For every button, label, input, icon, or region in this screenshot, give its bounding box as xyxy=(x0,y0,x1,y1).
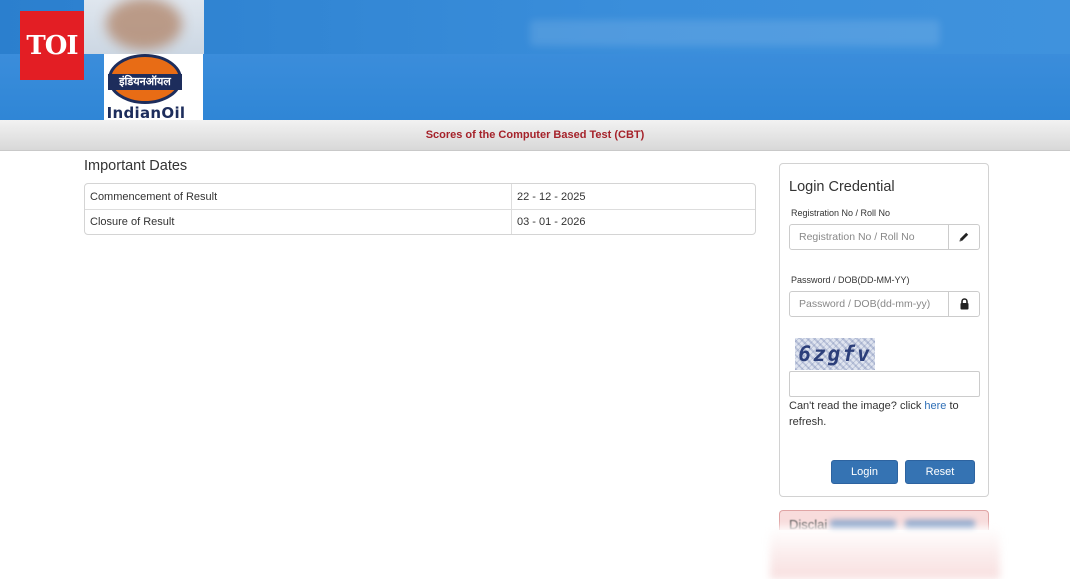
password-input[interactable] xyxy=(790,292,948,316)
captcha-input[interactable] xyxy=(789,371,980,397)
logo-hindi-text: इंडियनऑयल xyxy=(119,75,171,88)
captcha-refresh-link[interactable]: here xyxy=(924,400,946,412)
captcha-refresh-note: Can't read the image? click here to refr… xyxy=(789,399,984,430)
date-value: 03 - 01 - 2026 xyxy=(512,209,755,234)
blurred-banner-text xyxy=(530,20,940,46)
login-button[interactable]: Login xyxy=(831,460,898,484)
logo-brand-text: IndianOil xyxy=(106,104,186,120)
indianoil-logo: इंडियनऑयल IndianOil xyxy=(104,54,203,120)
captcha-note-prefix: Can't read the image? click xyxy=(789,400,925,412)
captcha-image: 6zgfv xyxy=(795,338,875,370)
pencil-icon xyxy=(948,225,979,249)
reset-button[interactable]: Reset xyxy=(905,460,975,484)
date-label: Closure of Result xyxy=(85,209,512,234)
lock-icon xyxy=(948,292,979,316)
important-dates-heading: Important Dates xyxy=(84,158,188,174)
table-row: Closure of Result 03 - 01 - 2026 xyxy=(85,209,755,234)
indianoil-emblem: इंडियनऑयल xyxy=(108,54,182,104)
date-label: Commencement of Result xyxy=(85,184,512,209)
blurred-footer-area xyxy=(770,527,1000,579)
password-label: Password / DOB(DD-MM-YY) xyxy=(791,275,910,285)
registration-input[interactable] xyxy=(790,225,948,249)
logo-top-blur xyxy=(84,0,204,54)
page-subtitle: Scores of the Computer Based Test (CBT) xyxy=(0,120,1070,151)
important-dates-table: Commencement of Result 22 - 12 - 2025 Cl… xyxy=(84,183,756,235)
registration-input-group xyxy=(789,224,980,250)
registration-label: Registration No / Roll No xyxy=(791,208,891,218)
date-value: 22 - 12 - 2025 xyxy=(517,190,586,203)
login-title: Login Credential xyxy=(789,179,895,195)
password-input-group xyxy=(789,291,980,317)
login-panel: Login Credential Registration No / Roll … xyxy=(779,163,989,497)
toi-badge: TOI xyxy=(20,11,84,80)
table-row: Commencement of Result 22 - 12 - 2025 xyxy=(85,184,755,209)
